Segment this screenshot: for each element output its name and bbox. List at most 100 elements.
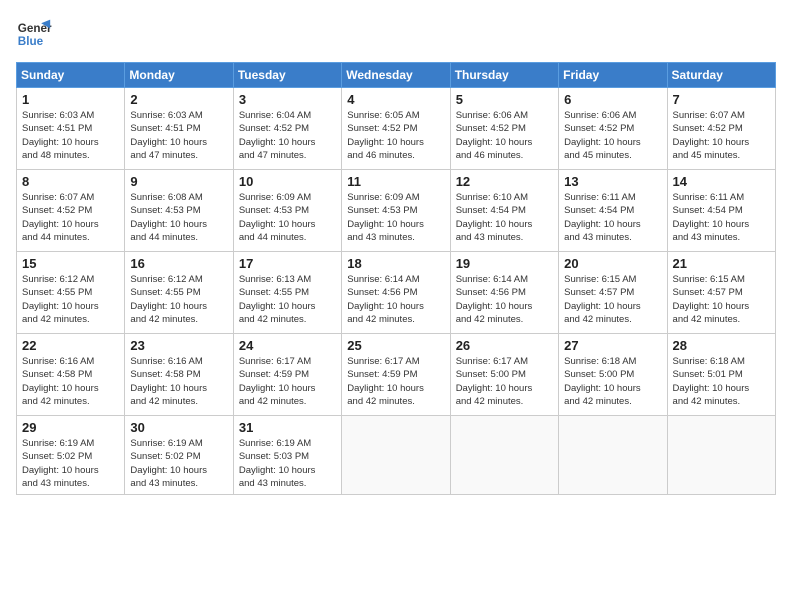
calendar-cell: 23 Sunrise: 6:16 AMSunset: 4:58 PMDayligh…	[125, 334, 233, 416]
day-info: Sunrise: 6:06 AMSunset: 4:52 PMDaylight:…	[564, 109, 661, 162]
day-number: 30	[130, 420, 227, 435]
day-info: Sunrise: 6:19 AMSunset: 5:02 PMDaylight:…	[22, 437, 119, 490]
day-info: Sunrise: 6:14 AMSunset: 4:56 PMDaylight:…	[456, 273, 553, 326]
day-number: 28	[673, 338, 770, 353]
day-info: Sunrise: 6:18 AMSunset: 5:01 PMDaylight:…	[673, 355, 770, 408]
day-number: 4	[347, 92, 444, 107]
day-number: 23	[130, 338, 227, 353]
day-info: Sunrise: 6:03 AMSunset: 4:51 PMDaylight:…	[22, 109, 119, 162]
weekday-header-friday: Friday	[559, 63, 667, 88]
calendar-cell: 4 Sunrise: 6:05 AMSunset: 4:52 PMDaylight…	[342, 88, 450, 170]
weekday-header-tuesday: Tuesday	[233, 63, 341, 88]
calendar-cell: 8 Sunrise: 6:07 AMSunset: 4:52 PMDaylight…	[17, 170, 125, 252]
calendar-cell	[667, 416, 775, 495]
day-number: 8	[22, 174, 119, 189]
calendar-cell: 27Sunrise: 6:18 AMSunset: 5:00 PMDayligh…	[559, 334, 667, 416]
day-info: Sunrise: 6:09 AMSunset: 4:53 PMDaylight:…	[239, 191, 336, 244]
day-number: 1	[22, 92, 119, 107]
logo: General Blue	[16, 16, 52, 52]
day-number: 22	[22, 338, 119, 353]
day-number: 31	[239, 420, 336, 435]
day-number: 2	[130, 92, 227, 107]
day-info: Sunrise: 6:17 AMSunset: 4:59 PMDaylight:…	[239, 355, 336, 408]
day-info: Sunrise: 6:13 AMSunset: 4:55 PMDaylight:…	[239, 273, 336, 326]
calendar-cell: 13 Sunrise: 6:11 AMSunset: 4:54 PMDayligh…	[559, 170, 667, 252]
day-number: 24	[239, 338, 336, 353]
day-number: 25	[347, 338, 444, 353]
page-header: General Blue	[16, 16, 776, 52]
calendar-table: SundayMondayTuesdayWednesdayThursdayFrid…	[16, 62, 776, 495]
day-info: Sunrise: 6:11 AMSunset: 4:54 PMDaylight:…	[673, 191, 770, 244]
day-number: 20	[564, 256, 661, 271]
day-info: Sunrise: 6:17 AMSunset: 4:59 PMDaylight:…	[347, 355, 444, 408]
day-info: Sunrise: 6:12 AMSunset: 4:55 PMDaylight:…	[130, 273, 227, 326]
day-info: Sunrise: 6:06 AMSunset: 4:52 PMDaylight:…	[456, 109, 553, 162]
calendar-cell: 1 Sunrise: 6:03 AMSunset: 4:51 PMDaylight…	[17, 88, 125, 170]
day-number: 21	[673, 256, 770, 271]
calendar-cell: 18 Sunrise: 6:14 AMSunset: 4:56 PMDayligh…	[342, 252, 450, 334]
calendar-cell	[342, 416, 450, 495]
day-info: Sunrise: 6:14 AMSunset: 4:56 PMDaylight:…	[347, 273, 444, 326]
calendar-cell: 5Sunrise: 6:06 AMSunset: 4:52 PMDaylight…	[450, 88, 558, 170]
calendar-cell: 26 Sunrise: 6:17 AMSunset: 5:00 PMDayligh…	[450, 334, 558, 416]
day-number: 3	[239, 92, 336, 107]
day-info: Sunrise: 6:19 AMSunset: 5:02 PMDaylight:…	[130, 437, 227, 490]
weekday-header-monday: Monday	[125, 63, 233, 88]
calendar-cell: 17 Sunrise: 6:13 AMSunset: 4:55 PMDayligh…	[233, 252, 341, 334]
day-info: Sunrise: 6:15 AMSunset: 4:57 PMDaylight:…	[564, 273, 661, 326]
day-number: 9	[130, 174, 227, 189]
calendar-cell: 2 Sunrise: 6:03 AMSunset: 4:51 PMDaylight…	[125, 88, 233, 170]
calendar-cell: 11 Sunrise: 6:09 AMSunset: 4:53 PMDayligh…	[342, 170, 450, 252]
day-info: Sunrise: 6:19 AMSunset: 5:03 PMDaylight:…	[239, 437, 336, 490]
day-info: Sunrise: 6:16 AMSunset: 4:58 PMDaylight:…	[22, 355, 119, 408]
calendar-cell: 15 Sunrise: 6:12 AMSunset: 4:55 PMDayligh…	[17, 252, 125, 334]
weekday-header-saturday: Saturday	[667, 63, 775, 88]
day-number: 13	[564, 174, 661, 189]
calendar-cell: 20 Sunrise: 6:15 AMSunset: 4:57 PMDayligh…	[559, 252, 667, 334]
calendar-cell: 28 Sunrise: 6:18 AMSunset: 5:01 PMDayligh…	[667, 334, 775, 416]
svg-text:Blue: Blue	[18, 35, 44, 48]
day-info: Sunrise: 6:11 AMSunset: 4:54 PMDaylight:…	[564, 191, 661, 244]
day-info: Sunrise: 6:16 AMSunset: 4:58 PMDaylight:…	[130, 355, 227, 408]
day-number: 29	[22, 420, 119, 435]
day-info: Sunrise: 6:17 AMSunset: 5:00 PMDaylight:…	[456, 355, 553, 408]
calendar-cell	[559, 416, 667, 495]
day-info: Sunrise: 6:03 AMSunset: 4:51 PMDaylight:…	[130, 109, 227, 162]
weekday-header-wednesday: Wednesday	[342, 63, 450, 88]
calendar-cell: 3 Sunrise: 6:04 AMSunset: 4:52 PMDaylight…	[233, 88, 341, 170]
calendar-cell: 12 Sunrise: 6:10 AMSunset: 4:54 PMDayligh…	[450, 170, 558, 252]
day-info: Sunrise: 6:05 AMSunset: 4:52 PMDaylight:…	[347, 109, 444, 162]
day-info: Sunrise: 6:09 AMSunset: 4:53 PMDaylight:…	[347, 191, 444, 244]
day-number: 14	[673, 174, 770, 189]
calendar-cell	[450, 416, 558, 495]
calendar-cell: 14 Sunrise: 6:11 AMSunset: 4:54 PMDayligh…	[667, 170, 775, 252]
calendar-cell: 22 Sunrise: 6:16 AMSunset: 4:58 PMDayligh…	[17, 334, 125, 416]
calendar-cell: 10 Sunrise: 6:09 AMSunset: 4:53 PMDayligh…	[233, 170, 341, 252]
calendar-cell: 24 Sunrise: 6:17 AMSunset: 4:59 PMDayligh…	[233, 334, 341, 416]
day-info: Sunrise: 6:12 AMSunset: 4:55 PMDaylight:…	[22, 273, 119, 326]
day-info: Sunrise: 6:07 AMSunset: 4:52 PMDaylight:…	[22, 191, 119, 244]
day-number: 17	[239, 256, 336, 271]
day-number: 12	[456, 174, 553, 189]
calendar-cell: 31 Sunrise: 6:19 AMSunset: 5:03 PMDayligh…	[233, 416, 341, 495]
weekday-header-thursday: Thursday	[450, 63, 558, 88]
day-number: 16	[130, 256, 227, 271]
day-number: 26	[456, 338, 553, 353]
day-number: 11	[347, 174, 444, 189]
day-info: Sunrise: 6:07 AMSunset: 4:52 PMDaylight:…	[673, 109, 770, 162]
day-number: 15	[22, 256, 119, 271]
calendar-cell: 6Sunrise: 6:06 AMSunset: 4:52 PMDaylight…	[559, 88, 667, 170]
day-number: 10	[239, 174, 336, 189]
day-info: Sunrise: 6:04 AMSunset: 4:52 PMDaylight:…	[239, 109, 336, 162]
calendar-cell: 21 Sunrise: 6:15 AMSunset: 4:57 PMDayligh…	[667, 252, 775, 334]
calendar-cell: 19Sunrise: 6:14 AMSunset: 4:56 PMDayligh…	[450, 252, 558, 334]
day-number: 18	[347, 256, 444, 271]
calendar-cell: 7Sunrise: 6:07 AMSunset: 4:52 PMDaylight…	[667, 88, 775, 170]
calendar-cell: 25 Sunrise: 6:17 AMSunset: 4:59 PMDayligh…	[342, 334, 450, 416]
day-number: 27	[564, 338, 661, 353]
calendar-cell: 29 Sunrise: 6:19 AMSunset: 5:02 PMDayligh…	[17, 416, 125, 495]
calendar-cell: 9Sunrise: 6:08 AMSunset: 4:53 PMDaylight…	[125, 170, 233, 252]
day-info: Sunrise: 6:15 AMSunset: 4:57 PMDaylight:…	[673, 273, 770, 326]
day-info: Sunrise: 6:10 AMSunset: 4:54 PMDaylight:…	[456, 191, 553, 244]
calendar-cell: 16 Sunrise: 6:12 AMSunset: 4:55 PMDayligh…	[125, 252, 233, 334]
